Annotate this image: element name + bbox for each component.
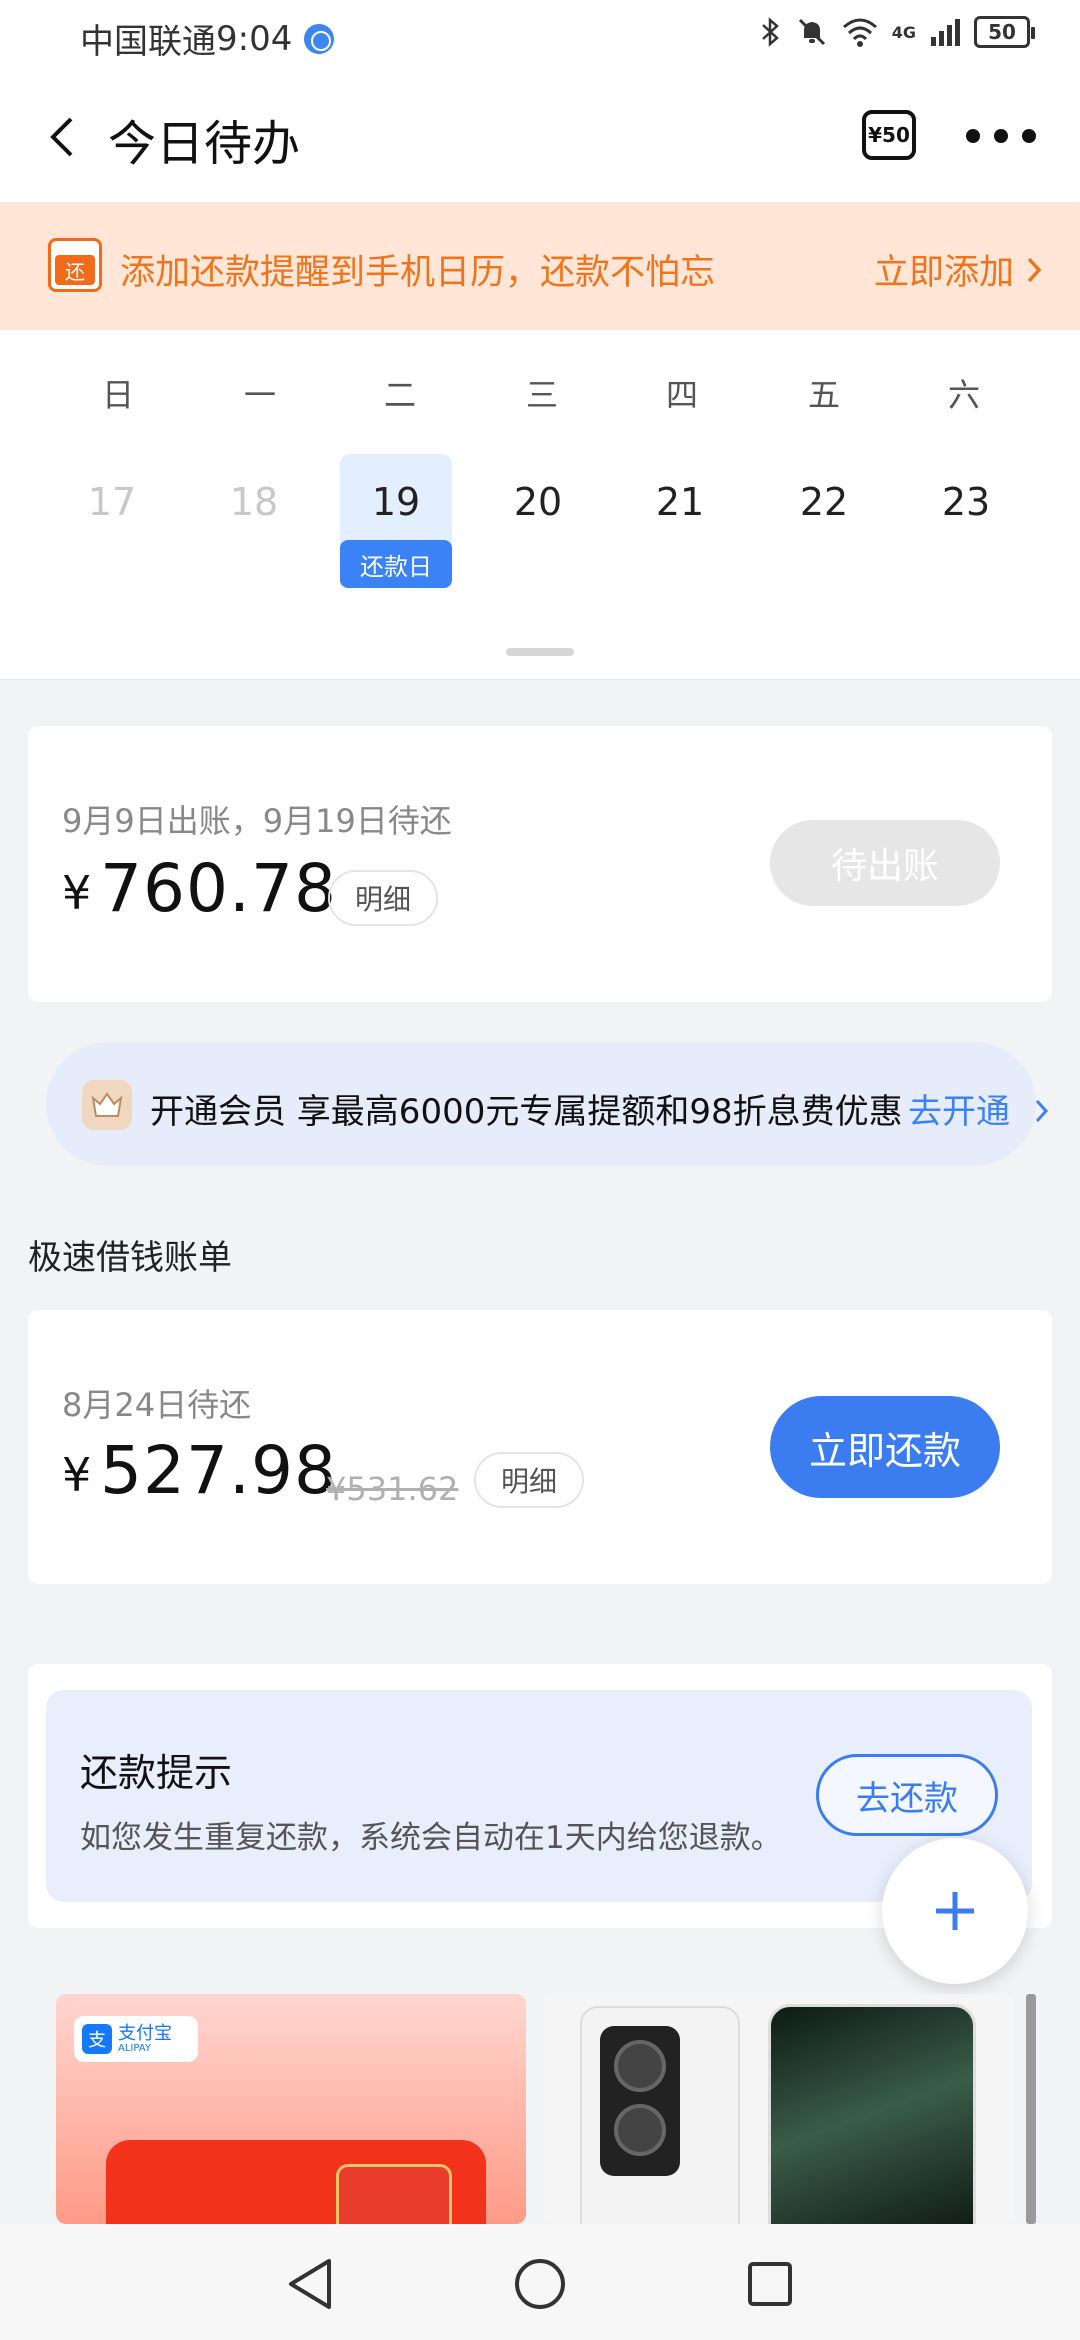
weekday-label: 三	[525, 376, 558, 414]
add-now-label: 立即添加	[873, 253, 1014, 293]
calendar-date[interactable]: 18	[204, 480, 304, 524]
square-recents-icon	[748, 2262, 792, 2306]
calendar-date[interactable]: 23	[916, 480, 1016, 524]
crown-gift-icon	[82, 1080, 132, 1130]
go-repay-button[interactable]: 去还款	[816, 1754, 998, 1836]
repay-day-tag: 还款日	[340, 540, 452, 588]
more-options-icon[interactable]	[966, 124, 1036, 148]
currency-symbol: ¥	[62, 1448, 92, 1502]
calendar-date-selected[interactable]: 19	[340, 480, 452, 524]
calendar-reminder-banner[interactable]: 还 添加还款提醒到手机日历，还款不怕忘 立即添加	[0, 202, 1080, 330]
chevron-left-icon	[50, 117, 73, 157]
currency-symbol: ¥	[62, 866, 92, 920]
alipay-name: 支付宝	[118, 2022, 172, 2044]
gift-envelope-image	[336, 2164, 452, 2224]
banner-text: 添加还款提醒到手机日历，还款不怕忘	[120, 253, 716, 293]
calendar-repay-icon-label: 还	[55, 255, 95, 285]
calendar-date[interactable]: 20	[488, 480, 588, 524]
chevron-right-icon	[1027, 257, 1042, 282]
red-envelope-ad[interactable]: 支 支付宝 ALIPAY	[56, 1994, 526, 2224]
phone-front-image	[768, 2004, 976, 2224]
back-button[interactable]	[40, 110, 84, 164]
system-navigation-bar	[0, 2224, 1080, 2340]
clock: 9:04	[216, 18, 293, 59]
status-icons: 4G 50	[760, 16, 1035, 48]
weekday-label: 六	[947, 376, 980, 414]
signal-icon	[931, 19, 960, 46]
repay-tip-description: 如您发生重复还款，系统会自动在1天内给您退款。	[80, 1820, 782, 1856]
bill-due-info: 9月9日出账，9月19日待还	[62, 802, 452, 840]
weekday-label: 一	[243, 376, 276, 414]
camera-module-image	[600, 2026, 680, 2176]
carrier-time: 中国联通 9:04	[80, 14, 335, 63]
add-fab-button[interactable]	[882, 1838, 1028, 1984]
loan-due-info: 8月24日待还	[62, 1386, 252, 1424]
network-type: 4G	[891, 22, 916, 42]
bill-detail-button[interactable]: 明细	[328, 870, 438, 926]
nav-back-button[interactable]	[280, 2254, 340, 2314]
weekday-label: 日	[101, 376, 134, 414]
bluetooth-icon	[761, 17, 779, 47]
add-now-link[interactable]: 立即添加	[874, 244, 1042, 295]
week-calendar: 日 一 二 三 四 五 六 17 18 19 还款日 20 21 22 23	[0, 330, 1080, 680]
weekday-label: 二	[383, 376, 416, 414]
promo-text: 开通会员 享最高6000元专属提额和98折息费优惠	[150, 1092, 903, 1132]
loan-detail-button[interactable]: 明细	[474, 1452, 584, 1508]
wifi-icon	[842, 18, 877, 47]
phone-back-image	[580, 2006, 740, 2224]
loan-amount: 527.98	[100, 1432, 337, 1509]
calendar-drag-handle[interactable]	[506, 648, 574, 656]
open-membership-label: 去开通	[908, 1092, 1010, 1132]
calendar-date[interactable]: 17	[62, 480, 162, 524]
nav-recents-button[interactable]	[740, 2254, 800, 2314]
alipay-en: ALIPAY	[118, 2042, 151, 2054]
pending-bill-button[interactable]: 待出账	[770, 820, 1000, 906]
loan-bill-card: 8月24日待还 ¥ 527.98 ¥531.62 明细 立即还款	[28, 1310, 1052, 1584]
triangle-back-icon	[289, 2259, 331, 2309]
repay-tip-panel: 还款提示 如您发生重复还款，系统会自动在1天内给您退款。 去还款	[46, 1690, 1032, 1902]
alipay-logo-icon: 支	[82, 2024, 112, 2054]
bill-amount: 760.78	[100, 850, 337, 927]
battery-icon: 50	[974, 16, 1035, 48]
nav-home-button[interactable]	[510, 2254, 570, 2314]
credit-bill-card: 9月9日出账，9月19日待还 ¥ 760.78 明细 待出账	[28, 726, 1052, 1002]
repay-tip-title: 还款提示	[80, 1751, 233, 1795]
plus-icon	[936, 1892, 974, 1930]
chevron-right-icon	[1035, 1099, 1048, 1123]
page-title: 今日待办	[108, 116, 301, 172]
loan-original-amount: ¥531.62	[326, 1470, 459, 1508]
membership-promo[interactable]: 开通会员 享最高6000元专属提额和98折息费优惠 去开通	[46, 1042, 1048, 1166]
repay-now-button[interactable]: 立即还款	[770, 1396, 1000, 1498]
loan-section-title: 极速借钱账单	[28, 1238, 232, 1278]
calendar-date[interactable]: 22	[774, 480, 874, 524]
carrier-name: 中国联通	[80, 22, 216, 62]
alipay-badge: 支 支付宝 ALIPAY	[74, 2016, 198, 2062]
network-globe-icon	[304, 23, 335, 54]
calendar-repay-icon: 还	[48, 238, 102, 292]
circle-home-icon	[515, 2259, 565, 2309]
calendar-date[interactable]: 21	[630, 480, 730, 524]
open-membership-link[interactable]: 去开通	[908, 1084, 1049, 1133]
app-header: 今日待办 ¥50	[0, 72, 1080, 202]
carousel-scrollbar	[1026, 1994, 1036, 2224]
coupon-icon[interactable]: ¥50	[862, 110, 916, 160]
phone-product-ad[interactable]	[544, 1994, 1014, 2224]
mute-bell-icon	[798, 18, 825, 46]
weekday-label: 四	[665, 376, 698, 414]
status-bar: 中国联通 9:04 4G 50	[0, 0, 1080, 72]
weekday-label: 五	[807, 376, 840, 414]
